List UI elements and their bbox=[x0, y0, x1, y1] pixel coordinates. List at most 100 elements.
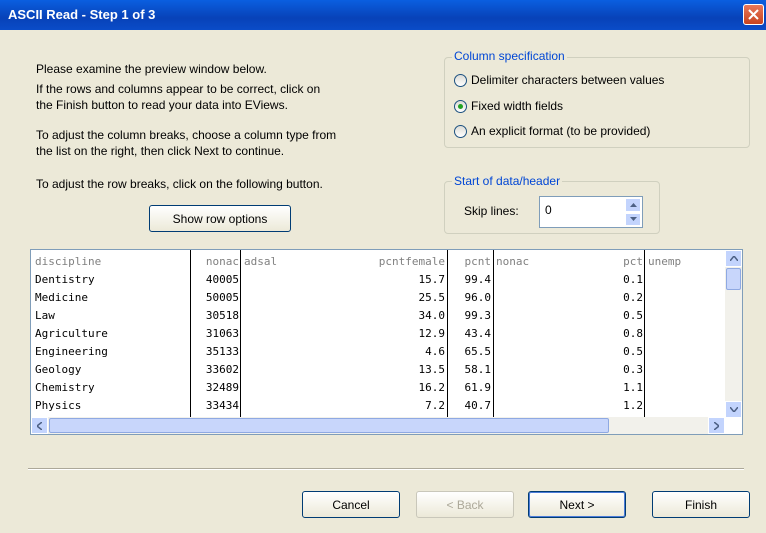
vertical-scrollbar[interactable] bbox=[725, 250, 742, 418]
preview-cell: 0.3 bbox=[623, 363, 643, 376]
preview-cell: Chemistry bbox=[35, 381, 95, 394]
preview-cell: 43.4 bbox=[464, 327, 492, 340]
preview-cell: 34.0 bbox=[418, 309, 446, 322]
preview-cell: 30518 bbox=[205, 309, 239, 322]
preview-header-cell: nonac bbox=[205, 255, 239, 268]
preview-cell: 33434 bbox=[205, 399, 239, 412]
window-title: ASCII Read - Step 1 of 3 bbox=[8, 7, 156, 22]
instruction-line-3a: To adjust the column breaks, choose a co… bbox=[36, 128, 337, 142]
instruction-line-1: Please examine the preview window below. bbox=[36, 62, 267, 76]
chevron-up-icon bbox=[729, 256, 738, 261]
instruction-line-2a: If the rows and columns appear to be cor… bbox=[36, 82, 321, 96]
preview-cell: 40005 bbox=[205, 273, 239, 286]
radio-explicit-format[interactable]: An explicit format (to be provided) bbox=[454, 124, 650, 138]
column-break-line[interactable] bbox=[447, 250, 448, 418]
scroll-up-button[interactable] bbox=[725, 250, 742, 267]
preview-cell: 40.7 bbox=[464, 399, 492, 412]
instruction-line-3b: the list on the right, then click Next t… bbox=[36, 144, 285, 158]
chevron-up-icon bbox=[629, 202, 637, 207]
preview-cell: 58.1 bbox=[464, 363, 492, 376]
preview-cell: Geology bbox=[35, 363, 82, 376]
preview-cell: Law bbox=[35, 309, 55, 322]
column-break-line[interactable] bbox=[493, 250, 494, 418]
preview-header-cell: pct bbox=[623, 255, 643, 268]
preview-header-cell: pcntfemale bbox=[378, 255, 445, 268]
preview-header-cell: unemp bbox=[648, 255, 682, 268]
chevron-right-icon bbox=[714, 421, 719, 430]
preview-cell: Agriculture bbox=[35, 327, 108, 340]
preview-cell: 15.7 bbox=[418, 273, 446, 286]
skip-lines-value: 0 bbox=[545, 203, 552, 217]
close-icon bbox=[748, 9, 759, 20]
preview-cell: 99.4 bbox=[464, 273, 492, 286]
back-button[interactable]: < Back bbox=[416, 491, 514, 518]
radio-delimiter[interactable]: Delimiter characters between values bbox=[454, 73, 664, 87]
preview-cell: 16.2 bbox=[418, 381, 446, 394]
radio-fixed-width-indicator[interactable] bbox=[454, 99, 467, 113]
preview-header-cell: pcnt bbox=[464, 255, 492, 268]
horizontal-scroll-thumb[interactable] bbox=[49, 418, 609, 433]
preview-cell: 0.5 bbox=[623, 345, 643, 358]
preview-cell: 99.3 bbox=[464, 309, 492, 322]
skip-lines-spinner[interactable]: 0 bbox=[539, 196, 643, 228]
close-button[interactable] bbox=[743, 4, 764, 25]
radio-delimiter-indicator[interactable] bbox=[454, 73, 467, 87]
column-specification-title: Column specification bbox=[452, 49, 567, 63]
footer-separator bbox=[28, 468, 744, 470]
preview-grid: discipline nonac adsal pcntfemale pcnt nonac p… bbox=[31, 250, 725, 418]
column-break-line[interactable] bbox=[190, 250, 191, 418]
preview-cell: 0.8 bbox=[623, 327, 643, 340]
radio-fixed-width-label: Fixed width fields bbox=[471, 99, 564, 113]
preview-cell: 13.5 bbox=[418, 363, 446, 376]
radio-delimiter-label: Delimiter characters between values bbox=[471, 73, 665, 87]
scroll-right-button[interactable] bbox=[708, 417, 725, 434]
show-row-options-button[interactable]: Show row options bbox=[149, 205, 291, 232]
preview-header-cell: nonac bbox=[496, 255, 530, 268]
preview-cell: 0.5 bbox=[623, 309, 643, 322]
next-button[interactable]: Next > bbox=[528, 491, 626, 518]
preview-cell: Engineering bbox=[35, 345, 108, 358]
preview-cell: 4.6 bbox=[425, 345, 445, 358]
scroll-down-button[interactable] bbox=[725, 401, 742, 418]
column-break-line[interactable] bbox=[644, 250, 645, 418]
preview-cell: 61.9 bbox=[464, 381, 492, 394]
preview-window[interactable]: discipline nonac adsal pcntfemale pcnt nonac p… bbox=[30, 249, 743, 435]
preview-cell: 96.0 bbox=[464, 291, 492, 304]
instruction-line-4: To adjust the row breaks, click on the f… bbox=[36, 177, 323, 191]
title-bar: ASCII Read - Step 1 of 3 bbox=[0, 0, 766, 30]
preview-cell: 0.2 bbox=[623, 291, 643, 304]
horizontal-scrollbar[interactable] bbox=[31, 417, 725, 434]
spin-down-button[interactable] bbox=[625, 212, 641, 226]
scroll-left-button[interactable] bbox=[31, 417, 48, 434]
preview-cell: 12.9 bbox=[418, 327, 446, 340]
preview-cell: 50005 bbox=[205, 291, 239, 304]
preview-cell: 1.1 bbox=[623, 381, 643, 394]
preview-cell: 32489 bbox=[205, 381, 239, 394]
chevron-left-icon bbox=[37, 421, 42, 430]
vertical-scroll-thumb[interactable] bbox=[726, 268, 741, 290]
preview-cell: 35133 bbox=[205, 345, 239, 358]
cancel-button[interactable]: Cancel bbox=[302, 491, 400, 518]
skip-lines-label: Skip lines: bbox=[464, 204, 519, 218]
preview-cell: Medicine bbox=[35, 291, 88, 304]
preview-cell: Physics bbox=[35, 399, 82, 412]
radio-explicit-format-indicator[interactable] bbox=[454, 124, 467, 138]
preview-cell: 0.1 bbox=[623, 273, 643, 286]
preview-header-cell: adsal bbox=[244, 255, 278, 268]
preview-cell: 1.2 bbox=[623, 399, 643, 412]
preview-cell: 31063 bbox=[205, 327, 239, 340]
start-of-data-title: Start of data/header bbox=[452, 174, 563, 188]
radio-fixed-width[interactable]: Fixed width fields bbox=[454, 99, 563, 113]
chevron-down-icon bbox=[729, 407, 738, 412]
preview-cell: 65.5 bbox=[464, 345, 492, 358]
column-break-line[interactable] bbox=[240, 250, 241, 418]
preview-cell: 33602 bbox=[205, 363, 239, 376]
instruction-line-2b: the Finish button to read your data into… bbox=[36, 98, 288, 112]
spin-up-button[interactable] bbox=[625, 198, 641, 212]
finish-button[interactable]: Finish bbox=[652, 491, 750, 518]
preview-cell: 25.5 bbox=[418, 291, 446, 304]
chevron-down-icon bbox=[629, 217, 637, 222]
preview-header-cell: discipline bbox=[35, 255, 102, 268]
preview-cell: 7.2 bbox=[425, 399, 445, 412]
radio-explicit-format-label: An explicit format (to be provided) bbox=[471, 124, 651, 138]
